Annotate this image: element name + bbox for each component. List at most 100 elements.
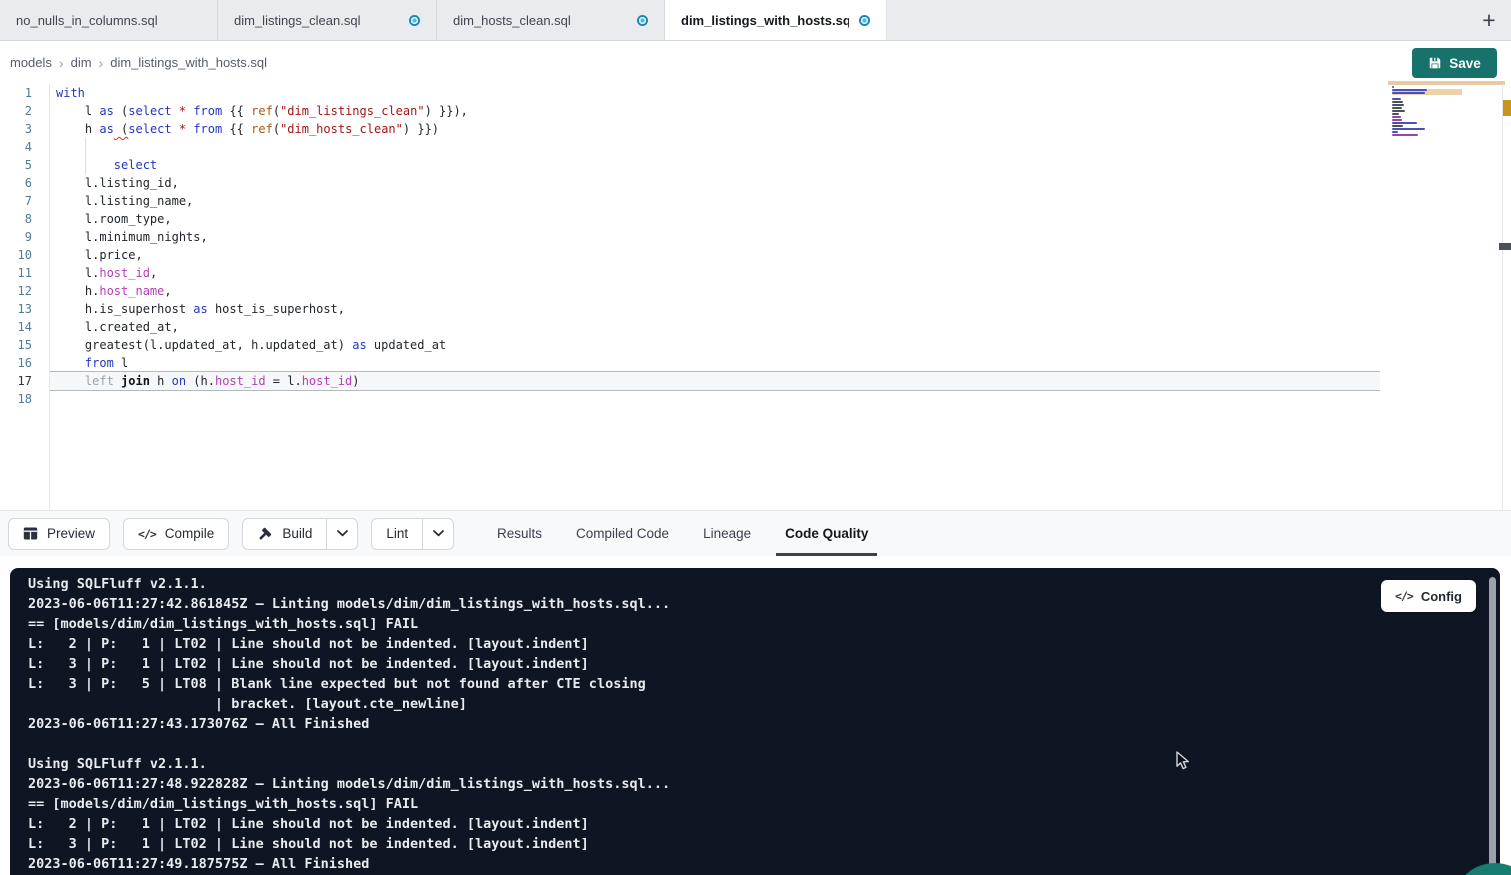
code-brackets-icon: </> — [138, 527, 156, 541]
breadcrumb-item[interactable]: models — [10, 55, 52, 70]
terminal-line: L: 2 | P: 1 | LT02 | Line should not be … — [28, 634, 1370, 654]
line-number: 3 — [0, 120, 49, 138]
terminal-line: 2023-06-06T11:27:49.187575Z – All Finish… — [28, 854, 1370, 874]
lint-warning-marker — [1503, 100, 1511, 116]
line-number: 16 — [0, 354, 49, 372]
minimap-line — [1392, 128, 1425, 130]
minimap-line — [1392, 131, 1398, 133]
terminal-line: Using SQLFluff v2.1.1. — [28, 574, 1370, 594]
code-line: from l — [50, 354, 1381, 372]
minimap-line — [1392, 92, 1425, 94]
preview-label: Preview — [47, 526, 95, 541]
minimap — [1392, 86, 1462, 140]
terminal-output: Using SQLFluff v2.1.1.2023-06-06T11:27:4… — [28, 574, 1370, 874]
terminal-line: 2023-06-06T11:27:43.173076Z – All Finish… — [28, 714, 1370, 734]
minimap-line — [1392, 89, 1427, 91]
overview-ruler — [1502, 84, 1503, 510]
terminal-line — [28, 734, 1370, 754]
dbt-ide-window: no_nulls_in_columns.sqldim_listings_clea… — [0, 0, 1511, 875]
scroll-position-marker — [1499, 243, 1511, 250]
line-number: 13 — [0, 300, 49, 318]
save-button[interactable]: Save — [1412, 48, 1497, 78]
code-line: select — [50, 156, 1381, 174]
panel-tab-results[interactable]: Results — [480, 510, 559, 556]
breadcrumb-item[interactable]: dim_listings_with_hosts.sql — [110, 55, 267, 70]
panel-tab-lineage[interactable]: Lineage — [686, 510, 768, 556]
code-line — [50, 390, 1381, 408]
lint-button[interactable]: Lint — [372, 519, 422, 549]
terminal-line: L: 3 | P: 1 | LT02 | Line should not be … — [28, 834, 1370, 854]
minimap-line — [1392, 95, 1462, 97]
line-number: 18 — [0, 390, 49, 408]
terminal-scrollbar[interactable] — [1489, 577, 1496, 873]
chevron-down-icon — [433, 530, 444, 537]
code-line: h as (select * from {{ ref("dim_hosts_cl… — [50, 120, 1381, 138]
line-number-gutter: 123456789101112131415161718 — [0, 84, 50, 510]
lint-config-button[interactable]: </> Config — [1381, 580, 1476, 612]
new-tab-button[interactable]: + — [1473, 0, 1505, 40]
code-line: l.created_at, — [50, 318, 1381, 336]
code-line: l.price, — [50, 246, 1381, 264]
code-line: h.is_superhost as host_is_superhost, — [50, 300, 1381, 318]
terminal-line: L: 3 | P: 1 | LT02 | Line should not be … — [28, 654, 1370, 674]
line-number: 14 — [0, 318, 49, 336]
compile-button[interactable]: </> Compile — [123, 518, 229, 550]
line-number: 6 — [0, 174, 49, 192]
code-editor[interactable]: 123456789101112131415161718 with l as (s… — [0, 84, 1511, 510]
file-tabs: no_nulls_in_columns.sqldim_listings_clea… — [0, 0, 887, 40]
code-brackets-icon: </> — [1395, 589, 1413, 603]
terminal-line: == [models/dim/dim_listings_with_hosts.s… — [28, 614, 1370, 634]
minimap-top-strip — [1388, 81, 1505, 85]
unsaved-changes-icon — [859, 15, 870, 26]
code-line: l.room_type, — [50, 210, 1381, 228]
line-number: 17 — [0, 372, 49, 390]
terminal-line: Using SQLFluff v2.1.1. — [28, 754, 1370, 774]
hammer-icon — [257, 526, 273, 542]
file-tab[interactable]: dim_hosts_clean.sql — [437, 0, 665, 40]
terminal-line: | bracket. [layout.cte_newline] — [28, 694, 1370, 714]
minimap-line — [1392, 104, 1404, 106]
line-number: 8 — [0, 210, 49, 228]
line-number: 7 — [0, 192, 49, 210]
save-icon — [1428, 56, 1442, 70]
unsaved-changes-icon — [637, 15, 648, 26]
minimap-line — [1392, 101, 1403, 103]
minimap-line — [1392, 137, 1462, 139]
build-button[interactable]: Build — [243, 519, 326, 549]
breadcrumb-item[interactable]: dim — [71, 55, 92, 70]
line-number: 10 — [0, 246, 49, 264]
line-number: 1 — [0, 84, 49, 102]
panel-tab-code-quality[interactable]: Code Quality — [768, 510, 885, 556]
terminal-line: 2023-06-06T11:27:42.861845Z – Linting mo… — [28, 594, 1370, 614]
file-tab[interactable]: no_nulls_in_columns.sql — [0, 0, 218, 40]
file-tab[interactable]: dim_listings_with_hosts.sql — [665, 0, 887, 40]
line-number: 2 — [0, 102, 49, 120]
preview-button[interactable]: Preview — [8, 518, 110, 550]
build-dropdown-button[interactable] — [326, 519, 357, 549]
code-line: h.host_name, — [50, 282, 1381, 300]
minimap-line — [1392, 116, 1401, 118]
code-line — [50, 138, 1381, 156]
panel-tab-compiled-code[interactable]: Compiled Code — [559, 510, 686, 556]
minimap-line — [1392, 113, 1399, 115]
file-tab[interactable]: dim_listings_clean.sql — [218, 0, 437, 40]
line-number: 11 — [0, 264, 49, 282]
result-panel-tabs: ResultsCompiled CodeLineageCode Quality — [480, 510, 885, 556]
lint-label: Lint — [386, 526, 408, 541]
code-pane[interactable]: with l as (select * from {{ ref("dim_lis… — [50, 84, 1381, 408]
save-label: Save — [1449, 56, 1481, 71]
line-number: 4 — [0, 138, 49, 156]
breadcrumb-separator: › — [59, 55, 64, 71]
minimap-line — [1392, 110, 1405, 112]
minimap-line — [1392, 119, 1402, 121]
chevron-down-icon — [337, 530, 348, 537]
minimap-line — [1392, 122, 1417, 124]
lint-dropdown-button[interactable] — [422, 519, 453, 549]
code-line: with — [50, 84, 1381, 102]
line-number: 5 — [0, 156, 49, 174]
file-tab-bar: no_nulls_in_columns.sqldim_listings_clea… — [0, 0, 1511, 41]
unsaved-changes-icon — [409, 15, 420, 26]
table-icon — [23, 526, 38, 541]
breadcrumb-separator: › — [99, 55, 104, 71]
minimap-line — [1392, 125, 1403, 127]
